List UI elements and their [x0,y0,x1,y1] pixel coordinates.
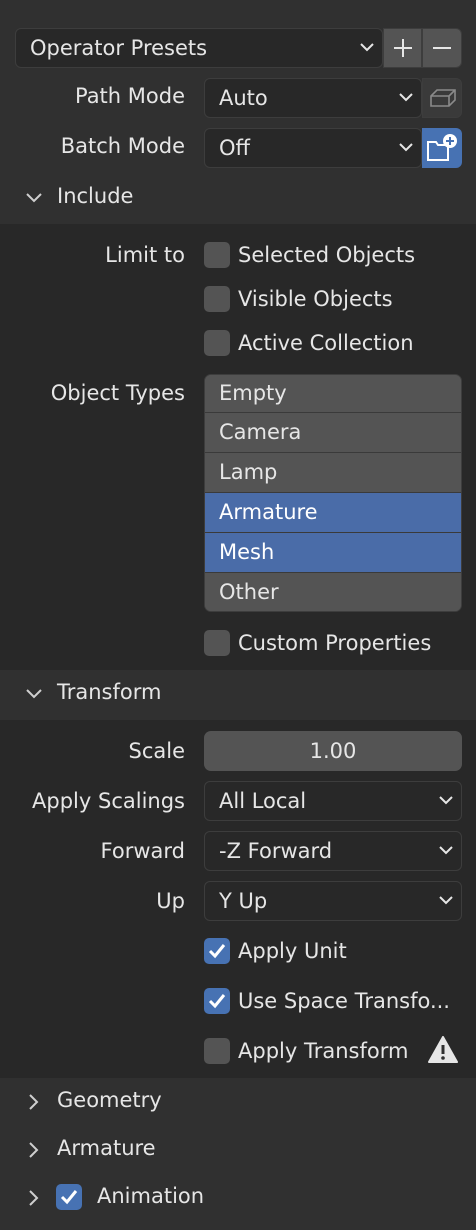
forward-value: -Z Forward [219,839,333,863]
batch-mode-label: Batch Mode [60,134,185,158]
transform-title: Transform [57,680,162,704]
custom-properties-label: Custom Properties [238,631,432,655]
selected-objects-checkbox[interactable] [204,242,230,268]
checkmark-icon [208,944,226,959]
use-space-transform-checkbox[interactable] [204,988,230,1014]
add-preset-button[interactable] [383,28,422,68]
object-type-lamp[interactable]: Lamp [205,453,461,493]
apply-scalings-label: Apply Scalings [32,789,185,813]
apply-transform-label: Apply Transform [238,1039,409,1063]
object-type-camera[interactable]: Camera [205,413,461,453]
limit-to-label: Limit to [105,243,185,267]
warning-icon [428,1036,458,1063]
chevron-down-icon [399,143,413,152]
armature-title: Armature [57,1136,156,1160]
object-type-armature[interactable]: Armature [205,493,461,533]
chevron-down-icon [26,689,42,699]
chevron-down-icon [399,93,413,102]
path-mode-label: Path Mode [74,84,185,108]
apply-transform-checkbox[interactable] [204,1038,230,1064]
embed-textures-toggle[interactable] [422,78,462,118]
up-label: Up [156,889,185,913]
scale-value: 1.00 [309,739,357,763]
animation-checkbox[interactable] [56,1184,82,1210]
chevron-down-icon [439,796,453,805]
object-type-mesh[interactable]: Mesh [205,533,461,573]
up-dropdown[interactable]: Y Up [204,881,462,921]
armature-panel-header[interactable]: Armature [0,1126,476,1174]
selected-objects-label: Selected Objects [238,243,416,267]
use-space-transform-label: Use Space Transfo... [238,989,450,1013]
package-icon [430,89,456,107]
apply-unit-label: Apply Unit [238,939,347,963]
include-panel-header[interactable]: Include [0,174,476,222]
chevron-down-icon [26,193,42,203]
forward-dropdown[interactable]: -Z Forward [204,831,462,871]
operator-presets-dropdown[interactable]: Operator Presets [15,28,383,68]
batch-own-dir-toggle[interactable] [422,128,462,168]
new-folder-icon [427,134,457,161]
apply-scalings-value: All Local [219,789,307,813]
object-types-list: Empty Camera Lamp Armature Mesh Other [204,374,462,612]
scale-label: Scale [128,739,186,763]
animation-title: Animation [97,1184,205,1208]
object-type-empty[interactable]: Empty [205,375,461,413]
checkmark-icon [60,1190,78,1205]
visible-objects-checkbox[interactable] [204,286,230,312]
path-mode-value: Auto [219,86,268,110]
active-collection-checkbox[interactable] [204,330,230,356]
operator-presets-label: Operator Presets [30,36,208,60]
minus-icon [433,47,451,49]
include-title: Include [57,184,134,208]
chevron-down-icon [360,43,374,52]
animation-panel-header[interactable]: Animation [0,1174,476,1222]
chevron-right-icon [29,1094,39,1110]
object-types-label: Object Types [50,381,185,405]
transform-panel-header[interactable]: Transform [0,670,476,718]
up-value: Y Up [219,889,268,913]
scale-slider[interactable]: 1.00 [204,731,462,771]
path-mode-dropdown[interactable]: Auto [204,78,422,118]
chevron-right-icon [29,1142,39,1158]
chevron-down-icon [439,896,453,905]
remove-preset-button[interactable] [422,28,462,68]
checkmark-icon [208,994,226,1009]
batch-mode-value: Off [219,136,250,160]
chevron-down-icon [439,846,453,855]
object-type-other[interactable]: Other [205,573,461,611]
chevron-right-icon [29,1190,39,1206]
plus-icon [394,39,412,57]
geometry-title: Geometry [57,1088,162,1112]
apply-scalings-dropdown[interactable]: All Local [204,781,462,821]
active-collection-label: Active Collection [238,331,414,355]
apply-unit-checkbox[interactable] [204,938,230,964]
geometry-panel-header[interactable]: Geometry [0,1078,476,1126]
custom-properties-checkbox[interactable] [204,630,230,656]
batch-mode-dropdown[interactable]: Off [204,128,422,168]
visible-objects-label: Visible Objects [238,287,393,311]
forward-label: Forward [100,839,185,863]
